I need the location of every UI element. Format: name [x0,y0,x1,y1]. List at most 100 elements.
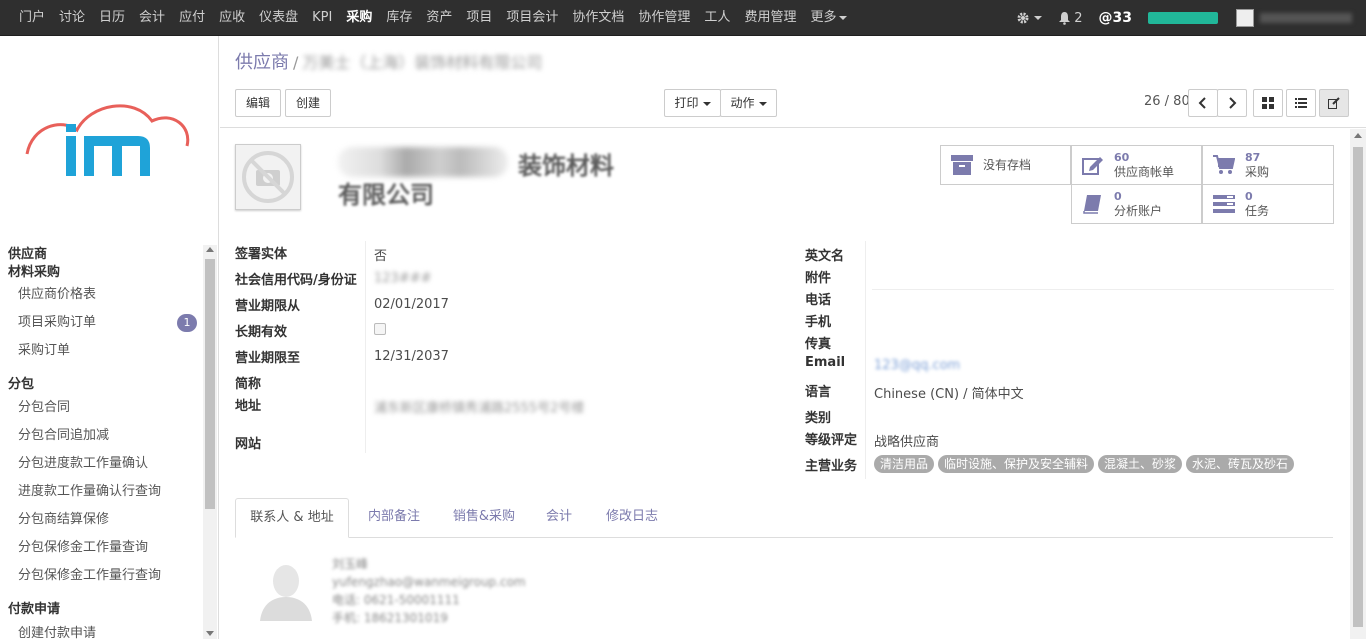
contact-avatar[interactable] [260,561,312,621]
user-name-redacted[interactable] [1260,13,1352,23]
menu-expenses[interactable]: 费用管理 [737,0,803,36]
tasks-button[interactable]: 0 任务 [1202,184,1334,224]
archive-button[interactable]: 没有存档 [940,145,1071,185]
list-view-button[interactable] [1286,89,1316,117]
sidebar-item-label: 项目采购订单 [18,315,97,330]
menu-purchase[interactable]: 采购 [339,0,379,36]
sidebar-item-supplier-pricelist[interactable]: 供应商价格表 [0,281,203,309]
pager-next-button[interactable] [1217,89,1247,117]
create-button[interactable]: 创建 [285,89,331,117]
user-avatar[interactable] [1236,9,1254,27]
menu-assets[interactable]: 资产 [419,0,459,36]
bell-icon [1059,12,1071,25]
print-dropdown[interactable]: 打印 [664,89,721,117]
sidebar-item-create-payment[interactable]: 创建付款申请 [0,620,203,639]
tag[interactable]: 临时设施、保护及安全辅料 [938,455,1095,473]
sidebar-item-label: 进度款工作量确认行查询 [18,484,162,499]
menu-dashboard[interactable]: 仪表盘 [252,0,305,36]
scrollbar-thumb[interactable] [205,259,215,509]
menu-project-accounting[interactable]: 项目会计 [499,0,565,36]
menu-project[interactable]: 项目 [459,0,499,36]
sidebar-item-settlement-warranty[interactable]: 分包商结算保修 [0,506,203,534]
tab-accounting[interactable]: 会计 [533,498,585,538]
sidebar-scrollbar[interactable] [203,245,217,639]
tab-sales-purchase[interactable]: 销售&采购 [439,498,529,538]
menu-payables[interactable]: 应付 [172,0,212,36]
sidebar-header-supplier[interactable]: 供应商 [0,243,47,262]
supplier-name-redacted [338,147,508,177]
top-navbar: 门户 讨论 日历 会计 应付 应收 仪表盘 KPI 采购 库存 资产 项目 项目… [0,0,1366,36]
tag[interactable]: 水泥、砖瓦及砂石 [1186,455,1295,473]
tab-internal-notes[interactable]: 内部备注 [353,498,435,538]
menu-discuss[interactable]: 讨论 [52,0,92,36]
menu-receivables[interactable]: 应收 [212,0,252,36]
sidebar-item-progress-confirm[interactable]: 分包进度款工作量确认 [0,450,203,478]
edit-button[interactable]: 编辑 [235,89,281,117]
form-view-button[interactable] [1319,89,1349,117]
scroll-down-icon[interactable] [206,631,214,636]
scroll-up-icon[interactable] [206,247,214,252]
mentions-button[interactable]: @33 [1099,10,1132,26]
supplier-bills-label: 供应商帐单 [1114,165,1175,179]
notifications-button[interactable]: 2 [1058,11,1083,26]
menu-workers[interactable]: 工人 [697,0,737,36]
value-language: Chinese (CN) / 简体中文 [874,387,1024,402]
breadcrumb-root[interactable]: 供应商 [235,52,289,73]
page-scrollbar[interactable] [1350,129,1366,639]
sidebar-item-subcontract-adjust[interactable]: 分包合同追加减 [0,422,203,450]
action-dropdown[interactable]: 动作 [720,89,777,117]
scroll-up-icon[interactable] [1354,133,1362,138]
pager-previous-button[interactable] [1188,89,1218,117]
sidebar-item-purchase-orders[interactable]: 采购订单 [0,337,203,365]
sidebar-item-warranty-query[interactable]: 分包保修金工作量查询 [0,534,203,562]
list-icon [1295,98,1307,108]
breadcrumb-separator: / [293,53,299,72]
scrollbar-thumb[interactable] [1353,147,1363,627]
value-business-to: 12/31/2037 [374,349,449,364]
sidebar-item-label: 采购订单 [18,343,71,358]
sidebar-header-material-purchase[interactable]: 材料采购 [0,261,60,280]
analytic-count: 0 [1114,190,1122,203]
sidebar-item-label: 分包合同追加减 [18,428,110,443]
edit-icon [1328,97,1340,109]
sidebar-item-subcontract[interactable]: 分包合同 [0,394,203,422]
pager-value[interactable]: 26 / 80 [1144,94,1190,109]
menu-calendar[interactable]: 日历 [92,0,132,36]
kanban-view-button[interactable] [1253,89,1283,117]
sidebar-item-warranty-line-query[interactable]: 分包保修金工作量行查询 [0,562,203,590]
menu-collab-docs[interactable]: 协作文档 [565,0,631,36]
chevron-down-icon [702,101,711,106]
sidebar-header-payment-request[interactable]: 付款申请 [0,598,60,617]
menu-kpi[interactable]: KPI [305,0,339,36]
chevron-down-icon [839,15,848,20]
purchase-button[interactable]: 87 采购 [1202,145,1334,185]
tab-change-log[interactable]: 修改日志 [591,498,673,538]
sidebar-header-subcontract[interactable]: 分包 [0,373,34,392]
supplier-image[interactable] [235,144,301,210]
tasks-icon [1211,191,1237,217]
archive-label: 没有存档 [983,158,1032,172]
tab-contacts-addresses[interactable]: 联系人 & 地址 [235,498,349,538]
tag[interactable]: 清洁用品 [874,455,935,473]
menu-accounting[interactable]: 会计 [132,0,172,36]
menu-more[interactable]: 更多 [803,0,854,36]
contact-card[interactable]: 刘玉峰 yufengzhao@wanmeigroup.com 电话: 0621-… [332,555,526,627]
tag[interactable]: 混凝土、砂浆 [1098,455,1183,473]
value-address: 浦东新区康桥镇秀浦路2555号2号楼 [374,401,585,416]
label-language: 语言 [805,385,832,400]
sidebar-item-project-po[interactable]: 项目采购订单 1 [0,309,203,337]
value-email[interactable]: 123@qq.com [874,358,960,373]
long-term-checkbox[interactable] [374,323,386,335]
shopping-cart-icon [1211,152,1237,178]
label-address: 地址 [235,399,262,414]
analytic-account-button[interactable]: 0 分析账户 [1071,184,1202,224]
sidebar-item-progress-line-query[interactable]: 进度款工作量确认行查询 [0,478,203,506]
menu-inventory[interactable]: 库存 [379,0,419,36]
menu-portal[interactable]: 门户 [12,0,52,36]
label-category: 类别 [805,411,832,426]
supplier-bills-button[interactable]: 60 供应商帐单 [1071,145,1202,185]
debug-menu[interactable] [1016,11,1043,25]
value-rating: 战略供应商 [874,435,940,450]
archive-icon [949,152,975,178]
menu-collab-mgmt[interactable]: 协作管理 [631,0,697,36]
